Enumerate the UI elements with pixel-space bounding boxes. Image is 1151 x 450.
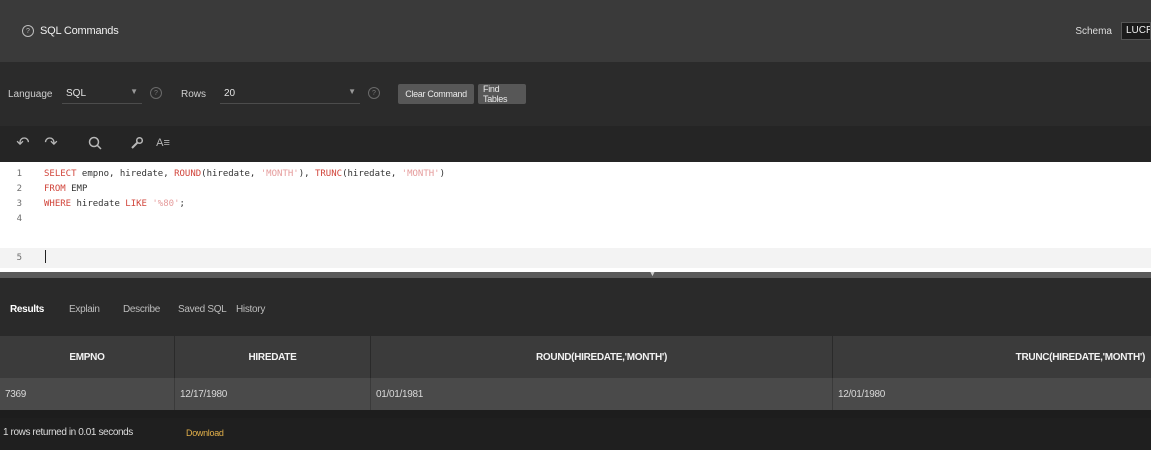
- line-number: 1: [16, 168, 22, 179]
- cell-empno: 7369: [0, 378, 175, 410]
- cell-trunc: 12/01/1980: [838, 388, 886, 400]
- language-select[interactable]: SQL ▼: [62, 84, 142, 104]
- language-value: SQL: [66, 88, 87, 99]
- schema-selector: Schema LUCR: [1075, 22, 1151, 40]
- code-text: [44, 250, 46, 266]
- editor-line[interactable]: 4: [0, 211, 1151, 226]
- code-text: FROM EMP: [44, 183, 88, 194]
- tab-explain[interactable]: Explain: [69, 304, 100, 315]
- cell-hiredate: 12/17/1980: [175, 378, 371, 410]
- tab-history[interactable]: History: [236, 304, 265, 315]
- download-link[interactable]: Download: [186, 428, 224, 438]
- text-cursor: [45, 250, 46, 263]
- find-tables-button[interactable]: Find Tables: [478, 84, 526, 104]
- rows-help-icon[interactable]: ?: [368, 87, 380, 99]
- tab-describe[interactable]: Describe: [123, 304, 160, 315]
- code-text: WHERE hiredate LIKE '%80';: [44, 198, 185, 209]
- editor-line[interactable]: 3 WHERE hiredate LIKE '%80';: [0, 196, 1151, 211]
- results-footer: 1 rows returned in 0.01 seconds Download: [0, 418, 1151, 450]
- tab-results[interactable]: Results: [10, 304, 44, 315]
- search-icon[interactable]: [86, 132, 104, 154]
- line-number: 5: [16, 253, 22, 263]
- results-tabs: Results Explain Describe Saved SQL Histo…: [0, 278, 1151, 336]
- tab-saved-sql[interactable]: Saved SQL: [178, 304, 227, 315]
- redo-icon[interactable]: ↷: [42, 132, 60, 154]
- rows-value: 20: [224, 88, 236, 99]
- language-help-icon[interactable]: ?: [150, 87, 162, 99]
- table-header: EMPNO HIREDATE ROUND(HIREDATE,'MONTH') T…: [0, 336, 1151, 378]
- rows-label: Rows: [181, 89, 207, 100]
- table-row: 7369 12/17/1980 01/01/1981 12/01/1980: [0, 378, 1151, 410]
- undo-icon[interactable]: ↶: [14, 132, 32, 154]
- options-bar: Language SQL ▼ ? Rows 20 ▼ ? Clear Comma…: [0, 62, 1151, 126]
- schema-label: Schema: [1075, 25, 1112, 37]
- column-header-hiredate[interactable]: HIREDATE: [175, 336, 371, 378]
- page-title: SQL Commands: [40, 25, 119, 37]
- title-bar: ? SQL Commands Schema LUCR: [0, 0, 1151, 62]
- schema-dropdown[interactable]: LUCR: [1121, 22, 1151, 40]
- editor-toolbar: ↶ ↷ A≡: [0, 126, 1151, 162]
- language-label: Language: [8, 89, 53, 100]
- cell-round: 01/01/1981: [371, 378, 833, 410]
- column-header-round[interactable]: ROUND(HIREDATE,'MONTH'): [371, 336, 833, 378]
- chevron-down-icon: ▼: [130, 87, 138, 96]
- sql-editor[interactable]: 1 SELECT empno, hiredate, ROUND(hiredate,…: [0, 162, 1151, 272]
- help-icon[interactable]: ?: [22, 25, 34, 37]
- chevron-down-icon: ▼: [348, 87, 356, 96]
- editor-line[interactable]: 5: [0, 248, 1151, 268]
- line-number: 4: [16, 213, 22, 224]
- format-icon[interactable]: A≡: [150, 132, 176, 154]
- rows-returned-status: 1 rows returned in 0.01 seconds: [3, 427, 133, 438]
- column-header-trunc[interactable]: TRUNC(HIREDATE,'MONTH'): [833, 336, 1151, 378]
- code-text: SELECT empno, hiredate, ROUND(hiredate, …: [44, 168, 446, 179]
- clear-command-button[interactable]: Clear Command: [398, 84, 474, 104]
- editor-line[interactable]: 2 FROM EMP: [0, 181, 1151, 196]
- line-number: 2: [16, 183, 22, 194]
- rows-select[interactable]: 20 ▼: [220, 84, 360, 104]
- column-header-empno[interactable]: EMPNO: [0, 336, 175, 378]
- editor-line[interactable]: 1 SELECT empno, hiredate, ROUND(hiredate,…: [0, 166, 1151, 181]
- wrench-icon[interactable]: [128, 132, 146, 154]
- line-number: 3: [16, 198, 22, 209]
